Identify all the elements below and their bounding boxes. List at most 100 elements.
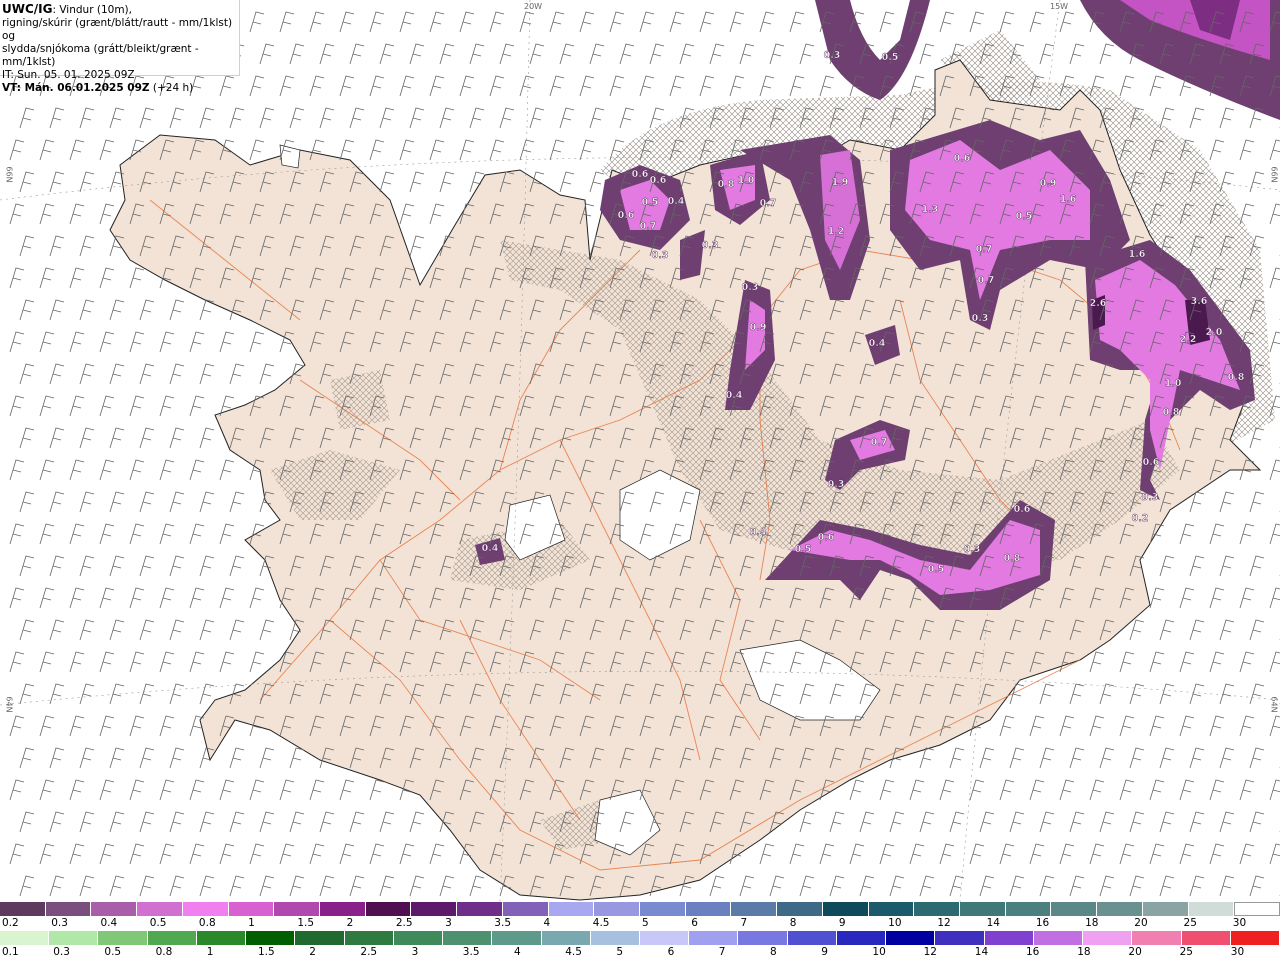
legend-tick-label: 7 [740,917,748,929]
legend-tick-label: 0.5 [104,946,122,958]
legend-tick-label: 3 [411,946,419,958]
legend-tick-label: 14 [974,946,989,958]
legend-tick-label: 7 [718,946,726,958]
precip-label: 0.3 [824,50,841,61]
legend-tick-label: 4 [543,917,551,929]
legend-tick-label: 1.5 [297,917,315,929]
legend-color-cell [1097,902,1143,916]
legend-tick-label: 25 [1179,946,1193,958]
legend-color-cell [45,902,92,916]
legend-color-cell [137,902,183,916]
legend-tick-label: 9 [821,946,828,958]
precip-label: 0.4 [869,338,886,349]
legend-color-cell [49,931,99,945]
legend-tick-label: 0.8 [198,917,216,929]
lon-label-15w: 15W [1050,2,1069,11]
precip-label: 0.3 [702,240,719,251]
precip-label: 1.9 [832,177,849,188]
legend-color-cell [1051,902,1098,916]
legend-color-cell [640,931,690,945]
legend-tick-label: 12 [923,946,937,958]
legend-color-cell [492,931,542,945]
legend-color-cell [984,931,1034,945]
lat-label-64n-right: 64N [1269,696,1279,713]
precip-label: 0.3 [972,313,989,324]
legend-color-cell [777,902,823,916]
precip-label: 0.5 [795,544,812,555]
legend-color-cell [365,902,412,916]
legend-tick-label: 0.1 [2,946,19,958]
precip-label: 2.0 [1206,327,1223,338]
lat-label-66n-right: 66N [1269,166,1279,183]
precip-label: 0.3 [1142,492,1159,503]
legend-color-cell [411,902,458,916]
legend-tick-label: 20 [1134,917,1148,929]
precip-label: 2.6 [1090,298,1107,309]
precip-label: 0.6 [632,169,649,180]
precip-label: 1.3 [922,204,939,215]
legend-color-cell [594,902,640,916]
legend-tick-label: 9 [838,917,846,929]
legend-color-cell [147,931,197,945]
legend-color-cell [836,931,887,945]
legend-tick-label: 10 [872,946,886,958]
legend-tick-label: 18 [1077,946,1091,958]
precip-label: 0.9 [750,322,767,333]
precip-label: 0.7 [760,198,777,209]
legend-color-cell [1142,902,1189,916]
legend-color-cell [443,931,493,945]
legend-color-cell [228,902,275,916]
legend-tick-label: 4.5 [592,917,610,929]
precip-label: 0.6 [650,175,667,186]
legend-tick-label: 10 [888,917,902,929]
header-line2: rigning/skúrir (grænt/blátt/rautt - mm/1… [2,17,233,42]
header-line1: : Vindur (10m), [52,4,132,16]
legend-tick-label: 4 [514,946,521,958]
precip-label: 0.3 [964,544,981,555]
precip-label: 0.4 [726,390,743,401]
color-legend: 0.2 0.3 0.4 0.5 0.8 1 1.5 2 2.5 3 3.5 4 4.5 5 6 7 8 9 10 12… [0,902,1280,960]
legend-color-cell [274,902,320,916]
legend-color-cell [822,902,869,916]
model-brand: UWC/IG [2,2,53,16]
weather-map: 0.3 0.50.60.60.60.50.70.40.30.30.8 1.00.71… [0,0,1280,902]
precip-label: 0.3 [742,282,759,293]
legend-color-cell [1234,902,1280,916]
legend-color-cell [1230,931,1280,945]
legend-tick-label: 0.3 [53,946,70,958]
legend-color-cell [246,931,296,945]
legend-color-cell [1181,931,1231,945]
lon-label-20w: 20W [524,2,543,11]
legend-color-cell [1132,931,1182,945]
legend-color-cell [960,902,1006,916]
legend-tick-label: 3 [445,917,452,929]
precip-label: 1.0 [1165,378,1182,389]
legend-color-cell [914,902,960,916]
header-line3: slydda/snjókoma (grátt/bleikt/grænt - mm… [2,43,199,68]
precip-label: 0.9 [1040,178,1057,189]
legend-tick-label: 18 [1085,917,1099,929]
legend-color-cell [738,931,788,945]
precip-label: 0.8 [1163,407,1180,418]
legend-tick-label: 14 [986,917,1000,929]
legend-tick-label: 4.5 [565,946,582,958]
forecast-offset: (+24 h) [149,82,194,94]
precip-label: 0.3 [652,250,669,261]
legend-tick-label: 0.3 [51,917,68,929]
legend-color-cell [457,902,503,916]
precip-label: 1.2 [828,226,845,237]
precip-label: 0.7 [978,275,995,286]
legend-color-cell [502,902,549,916]
legend-tick-label: 30 [1232,917,1247,929]
precip-label: 1.6 [1129,249,1146,260]
precip-label: 0.3 [828,479,845,490]
valid-time: VT: Mán. 06.01.2025 09Z [2,82,150,94]
legend-tick-label: 20 [1128,946,1142,958]
legend-color-cell [787,931,837,945]
legend-tick-label: 2 [309,946,316,958]
legend-color-cell [196,931,247,945]
legend-color-cell [868,902,915,916]
legend-tick-label: 1 [206,946,214,958]
precip-label: 0.4 [482,543,499,554]
precip-label: 0.4 [668,196,685,207]
